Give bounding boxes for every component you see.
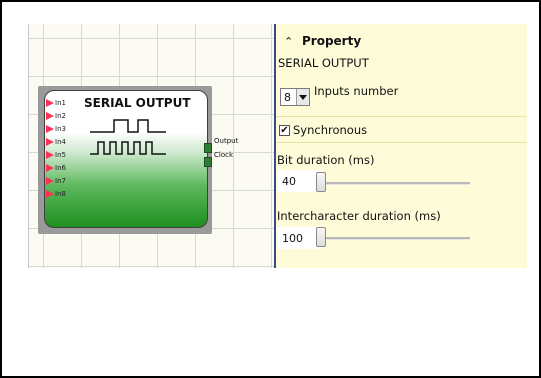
bit-duration-label: Bit duration (ms) <box>277 153 375 167</box>
input-pin-label: In8 <box>55 189 66 198</box>
input-pin-7[interactable]: In7 <box>46 174 86 187</box>
property-title: Property <box>302 34 362 48</box>
input-pin-label: In2 <box>55 111 66 120</box>
block-input-pins: In1 In2 In3 In4 In5 In6 In7 In8 <box>46 96 86 200</box>
input-pin-2[interactable]: In2 <box>46 109 86 122</box>
input-pin-6[interactable]: In6 <box>46 161 86 174</box>
triangle-right-icon <box>46 163 54 172</box>
input-pin-3[interactable]: In3 <box>46 122 86 135</box>
bit-duration-value[interactable]: 40 <box>277 170 321 192</box>
intercharacter-duration-label: Intercharacter duration (ms) <box>277 209 441 223</box>
input-pin-label: In4 <box>55 137 66 146</box>
triangle-right-icon <box>46 111 54 120</box>
property-header[interactable]: ⌃ Property <box>284 34 361 48</box>
inputs-number-label: Inputs number <box>314 84 399 98</box>
inputs-number-value: 8 <box>284 90 291 104</box>
intercharacter-duration-value[interactable]: 100 <box>277 227 321 249</box>
bit-duration-slider-track[interactable] <box>320 182 470 185</box>
divider <box>276 142 527 143</box>
triangle-right-icon <box>46 189 54 198</box>
intercharacter-duration-slider-thumb[interactable] <box>316 227 326 247</box>
triangle-right-icon <box>46 150 54 159</box>
clock-pin[interactable] <box>204 157 212 167</box>
output-pin-label: Output <box>214 137 239 145</box>
inputs-number-select[interactable]: 8 <box>280 88 310 106</box>
intercharacter-duration-slider-track[interactable] <box>320 237 470 240</box>
input-pin-label: In6 <box>55 163 66 172</box>
input-pin-1[interactable]: In1 <box>46 96 86 109</box>
divider <box>276 116 527 117</box>
property-panel: ⌃ Property SERIAL OUTPUT 8 Inputs number… <box>276 24 527 268</box>
bit-duration-slider-thumb[interactable] <box>316 172 326 192</box>
input-pin-label: In3 <box>55 124 66 133</box>
selected-block-name: SERIAL OUTPUT <box>278 56 369 70</box>
chevron-down-icon <box>299 94 307 100</box>
triangle-right-icon <box>46 137 54 146</box>
input-pin-8[interactable]: In8 <box>46 187 86 200</box>
synchronous-checkbox[interactable]: ✔ <box>279 125 290 136</box>
synchronous-label: Synchronous <box>293 123 368 137</box>
input-pin-label: In1 <box>55 98 66 107</box>
input-pin-label: In5 <box>55 150 66 159</box>
input-pin-5[interactable]: In5 <box>46 148 86 161</box>
output-pin[interactable] <box>204 143 212 153</box>
input-pin-label: In7 <box>55 176 66 185</box>
caret-up-icon[interactable]: ⌃ <box>284 35 302 48</box>
input-pin-4[interactable]: In4 <box>46 135 86 148</box>
triangle-right-icon <box>46 98 54 107</box>
block-title: SERIAL OUTPUT <box>84 96 191 110</box>
triangle-right-icon <box>46 124 54 133</box>
triangle-right-icon <box>46 176 54 185</box>
clock-pin-label: Clock <box>214 151 234 159</box>
serial-waveform-icon <box>90 119 166 155</box>
dropdown-button[interactable] <box>296 89 309 105</box>
